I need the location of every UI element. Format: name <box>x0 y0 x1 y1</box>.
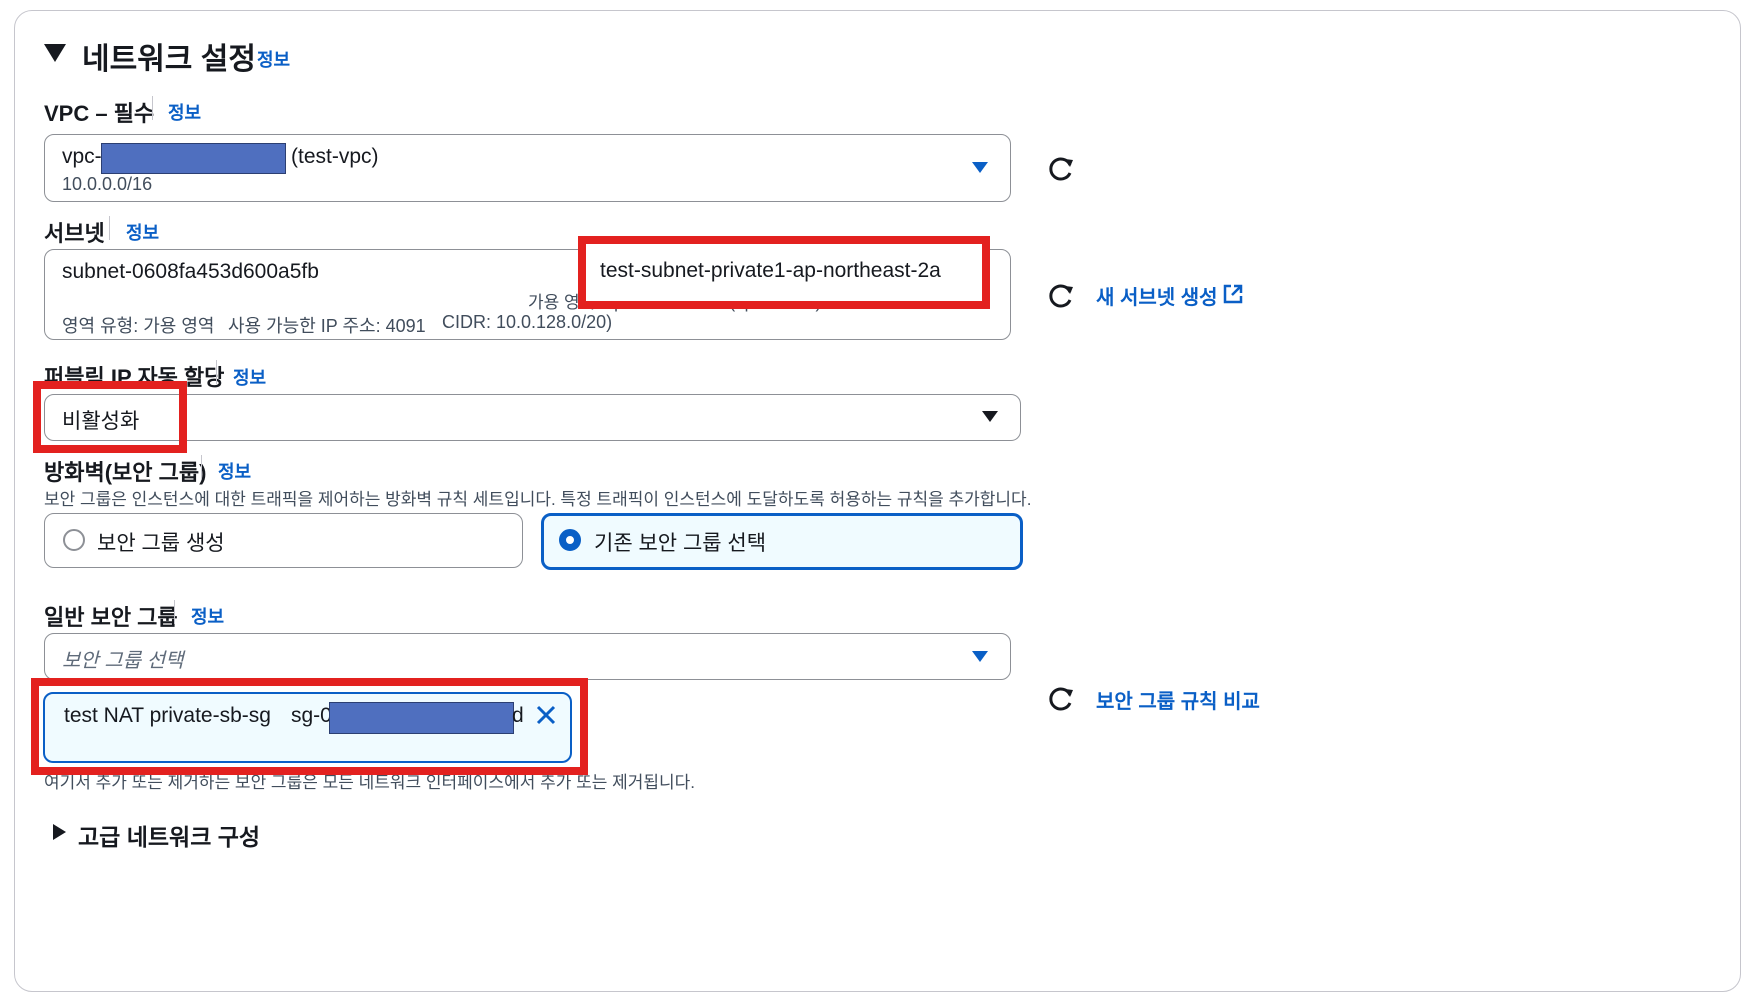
highlight-box <box>31 678 588 775</box>
security-group-info-link[interactable]: 정보 <box>191 603 224 629</box>
refresh-icon[interactable] <box>1046 683 1076 713</box>
highlight-box <box>578 236 990 309</box>
refresh-icon[interactable] <box>1046 280 1076 310</box>
caret-down-icon <box>972 651 988 662</box>
subnet-info-link[interactable]: 정보 <box>126 219 159 245</box>
collapse-triangle-icon[interactable] <box>44 44 66 62</box>
divider <box>152 96 153 120</box>
security-group-select[interactable] <box>44 633 1011 680</box>
caret-down-icon <box>982 411 998 422</box>
public-ip-select[interactable] <box>44 394 1021 441</box>
advanced-network-config[interactable]: 고급 네트워크 구성 <box>78 818 260 852</box>
redaction-block <box>101 143 286 174</box>
radio-button[interactable] <box>63 529 85 551</box>
section-info-link[interactable]: 정보 <box>257 46 290 72</box>
compare-rules-link[interactable]: 보안 그룹 규칙 비교 <box>1096 685 1260 714</box>
divider <box>174 600 175 624</box>
divider <box>109 216 110 240</box>
public-ip-info-link[interactable]: 정보 <box>233 364 266 390</box>
firewall-label: 방화벽(보안 그룹) <box>44 460 207 485</box>
divider <box>201 455 202 479</box>
expand-triangle-icon[interactable] <box>53 824 66 840</box>
subnet-zone-type: 영역 유형: 가용 영역 <box>62 316 215 336</box>
refresh-icon[interactable] <box>1046 153 1076 183</box>
divider <box>216 360 217 384</box>
firewall-description: 보안 그룹은 인스턴스에 대한 트래픽을 제어하는 방화벽 규칙 세트입니다. … <box>44 490 1032 509</box>
section-title: 네트워크 설정 <box>82 43 256 76</box>
create-subnet-link[interactable]: 새 서브넷 생성 <box>1096 281 1218 310</box>
subnet-available-ips: 사용 가능한 IP 주소: 4091 <box>228 316 426 336</box>
vpc-name: (test-vpc) <box>291 145 379 168</box>
caret-down-icon <box>972 162 988 173</box>
security-group-label: 일반 보안 그룹 <box>44 605 178 630</box>
subnet-id: subnet-0608fa453d600a5fb <box>62 260 319 283</box>
subnet-cidr: CIDR: 10.0.128.0/20) <box>442 312 613 332</box>
radio-button-selected[interactable] <box>559 529 581 551</box>
vpc-id-prefix: vpc- <box>62 145 102 168</box>
firewall-info-link[interactable]: 정보 <box>218 458 251 484</box>
vpc-label: VPC – 필수 <box>44 101 155 126</box>
vpc-cidr: 10.0.0.0/16 <box>62 174 153 194</box>
create-security-group-label: 보안 그룹 생성 <box>97 532 225 555</box>
subnet-label: 서브넷 <box>44 221 105 246</box>
vpc-info-link[interactable]: 정보 <box>168 99 201 125</box>
security-group-placeholder: 보안 그룹 선택 <box>62 650 184 672</box>
highlight-box <box>33 381 187 453</box>
external-link-icon <box>1223 284 1243 304</box>
existing-security-group-label: 기존 보안 그룹 선택 <box>594 532 767 555</box>
